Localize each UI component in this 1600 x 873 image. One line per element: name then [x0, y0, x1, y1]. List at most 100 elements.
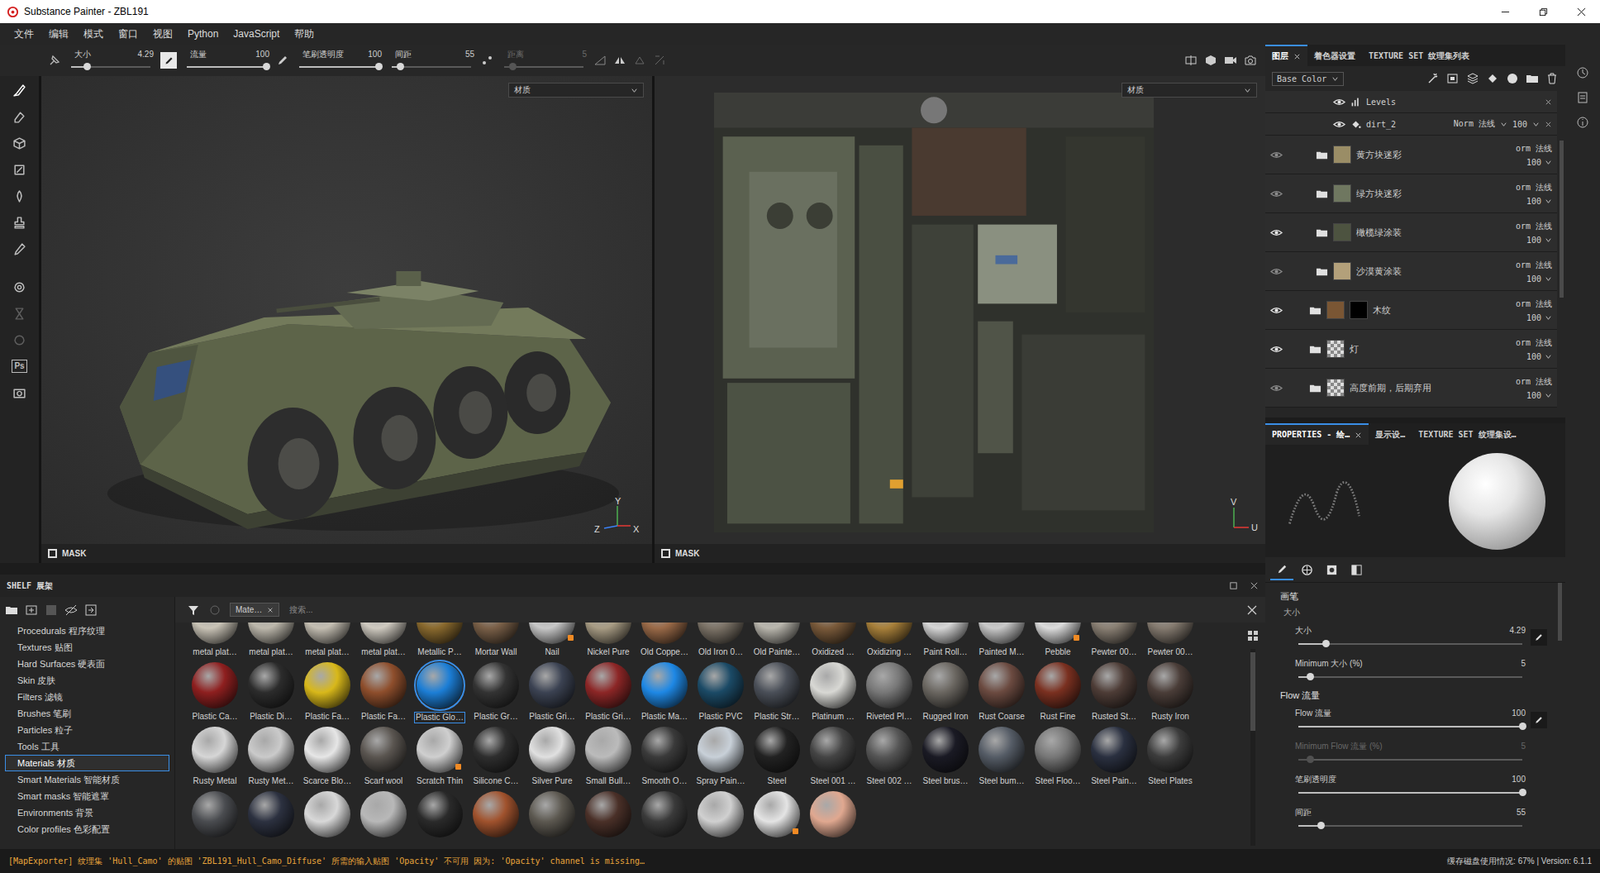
opacity-dropdown[interactable]: 100 [1512, 119, 1528, 129]
video-camera-icon[interactable] [1223, 53, 1238, 67]
eye-icon[interactable] [1333, 118, 1346, 131]
slider-track[interactable] [504, 66, 584, 68]
material-item[interactable]: metal plat… [242, 622, 300, 662]
material-item[interactable]: Steel bum… [973, 726, 1030, 791]
layer-folder-row[interactable]: 高度前期，后期弃用orm 法线100 [1265, 368, 1558, 408]
add-layer-icon[interactable] [1466, 71, 1480, 86]
material-item[interactable]: Plastic Di… [242, 661, 300, 727]
material-item[interactable]: Pewter 00… [1085, 622, 1143, 662]
material-item[interactable] [748, 790, 805, 849]
material-item[interactable]: Steel brus… [917, 726, 974, 791]
menu-item[interactable]: 视图 [145, 27, 181, 42]
shelf-category[interactable]: Smart masks 智能遮罩 [4, 787, 170, 805]
refresh-icon[interactable] [208, 603, 222, 617]
slider-track[interactable] [1298, 676, 1523, 678]
properties-subtab[interactable] [1270, 558, 1294, 581]
history-icon[interactable] [1576, 66, 1590, 80]
pen-icon[interactable] [276, 53, 290, 67]
mask-checkbox[interactable] [661, 548, 671, 558]
tool-button[interactable] [8, 328, 32, 351]
panel-tab[interactable]: TEXTURE SET 纹理集列表 [1361, 44, 1477, 67]
shelf-category[interactable]: Filters 滤镜 [4, 688, 170, 705]
material-item[interactable]: Scarf wool [355, 726, 412, 791]
blend-mode-dropdown[interactable]: orm 法线 [1515, 259, 1553, 272]
save-icon[interactable] [44, 603, 58, 617]
material-item[interactable]: metal plat… [299, 622, 356, 662]
material-item[interactable]: Oxidizing … [861, 622, 918, 662]
section-header[interactable]: Flow 流量 [1280, 686, 1548, 704]
slider-value[interactable]: 100 [1511, 707, 1526, 720]
material-item[interactable]: Rusty Metal [186, 726, 243, 791]
material-item[interactable] [242, 790, 300, 849]
property-slider[interactable]: Minimum Flow 流量 (%)5 [1280, 736, 1548, 770]
grid-view-icon[interactable] [1246, 628, 1260, 643]
material-item[interactable]: Riveted Pl… [861, 661, 918, 727]
section-header[interactable]: 画笔 [1280, 587, 1548, 605]
menu-item[interactable]: 模式 [76, 27, 111, 42]
material-item[interactable]: Plastic Fa… [299, 661, 356, 727]
tool-button[interactable] [8, 105, 32, 128]
blend-mode-dropdown[interactable]: orm 法线 [1515, 220, 1553, 233]
slider-track[interactable] [71, 66, 151, 68]
properties-subtab[interactable] [1319, 558, 1343, 581]
material-item[interactable]: Rugged Iron [917, 661, 974, 727]
material-item[interactable]: Plastic Ma… [636, 661, 693, 727]
angle-icon[interactable] [593, 53, 607, 67]
folder-icon[interactable] [4, 603, 19, 617]
vehicle-model[interactable] [41, 76, 653, 544]
restore-button[interactable] [1523, 0, 1562, 24]
eye-icon[interactable] [1270, 187, 1283, 200]
toolbar-slider[interactable]: 大小4.29 [67, 49, 154, 72]
property-slider[interactable]: Flow 流量100 [1280, 703, 1548, 737]
mask-checkbox[interactable] [47, 548, 58, 558]
shelf-category[interactable]: Materials 材质 [4, 754, 170, 772]
material-item[interactable]: Spray Pain… [692, 726, 749, 791]
tool-button[interactable] [8, 302, 32, 324]
material-item[interactable]: Scratch Thin [411, 726, 468, 791]
material-item[interactable]: Rust Fine [1029, 661, 1086, 727]
material-item[interactable]: Steel 001 … [804, 726, 862, 791]
material-item[interactable]: Rusty Iron [1142, 661, 1199, 727]
blend-mode-dropdown[interactable]: orm 法线 [1515, 298, 1553, 310]
material-item[interactable] [186, 790, 243, 849]
material-item[interactable]: Old Painte… [748, 622, 805, 662]
slider-value[interactable]: 5 [1520, 740, 1526, 753]
material-item[interactable] [355, 790, 412, 849]
material-item[interactable]: Pebble [1029, 622, 1086, 662]
material-item[interactable]: Pewter 00… [1142, 622, 1199, 662]
toolbar-slider[interactable]: 距离5 [500, 49, 587, 72]
material-item[interactable]: metal plat… [186, 622, 243, 662]
properties-subtab[interactable] [1344, 558, 1368, 581]
material-item[interactable]: metal plat… [355, 622, 412, 662]
add-effect-icon[interactable] [1426, 71, 1440, 86]
eye-icon[interactable] [1270, 226, 1283, 239]
properties-subtab[interactable] [1295, 558, 1319, 581]
material-item[interactable] [804, 790, 862, 849]
material-item[interactable]: Old Coppe… [636, 622, 693, 662]
material-item[interactable]: Plastic Gri… [523, 661, 581, 727]
panel-tab[interactable]: 图层 [1265, 44, 1308, 67]
shelf-category[interactable]: Environments 背景 [4, 804, 170, 821]
mask-thumbnail[interactable] [1349, 300, 1368, 320]
scrollbar[interactable] [1557, 582, 1562, 641]
material-item[interactable]: Nail [523, 622, 581, 662]
slider-track[interactable] [391, 66, 472, 68]
viewport-canvas[interactable]: 材质YZX [41, 76, 653, 544]
tool-button[interactable] [8, 132, 32, 154]
blend-mode-dropdown[interactable]: orm 法线 [1515, 337, 1553, 349]
material-item[interactable] [692, 790, 749, 849]
tool-button[interactable] [8, 185, 32, 207]
panel-tab[interactable]: TEXTURE SET 纹理集设… [1411, 423, 1523, 445]
slider-value[interactable]: 4.29 [1509, 624, 1526, 637]
symmetry-radial-icon[interactable] [633, 53, 647, 67]
material-item[interactable]: Plastic Str… [748, 661, 805, 727]
slider-value[interactable]: 100 [367, 49, 382, 60]
slider-track[interactable] [1298, 791, 1523, 794]
folder-icon[interactable] [1315, 148, 1329, 162]
toolbar-slider[interactable]: 流量100 [183, 49, 270, 72]
layer-folder-row[interactable]: 灯orm 法线100 [1265, 329, 1558, 369]
material-item[interactable] [467, 790, 524, 849]
pen-pressure-button[interactable] [1530, 628, 1548, 646]
folder-icon[interactable] [1315, 187, 1329, 200]
viewport-channel-dropdown[interactable]: 材质 [508, 82, 644, 98]
